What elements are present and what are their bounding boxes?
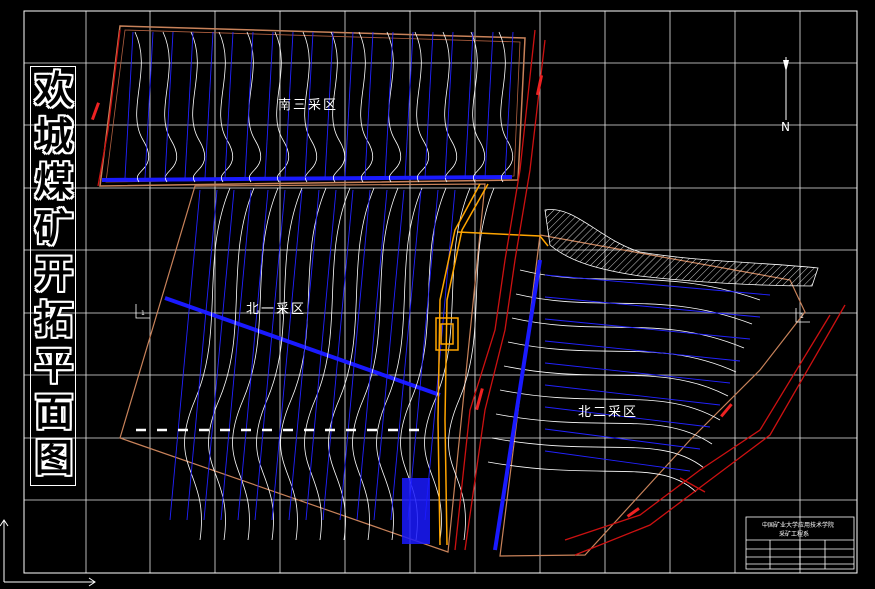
- title-char: 拓: [34, 297, 73, 342]
- title-char: 开: [34, 251, 73, 296]
- title-block-line1: 中国矿业大学应用技术学院: [762, 521, 834, 529]
- zone-label-north-two: 北二采区: [578, 405, 638, 420]
- title-char: 面: [34, 389, 73, 434]
- title-char: 矿: [34, 205, 73, 250]
- zone-label-south-three: 南三采区: [278, 97, 338, 113]
- shaft-pillar-area: [402, 478, 430, 544]
- drawing-title: 欢 城 煤 矿 开 拓 平 面 图: [30, 66, 76, 486]
- title-char: 城: [34, 113, 73, 158]
- title-char: 欢: [34, 67, 73, 112]
- mine-plan-drawing: 南三采区 北一采区 北二采区 N 1 1 中国矿业大学应用技术学院 采矿工程系: [0, 0, 875, 589]
- title-char: 煤: [34, 159, 73, 204]
- section-mark-left-label: 1: [141, 310, 145, 317]
- title-char: 平: [34, 343, 73, 388]
- title-block-line2: 采矿工程系: [779, 530, 809, 538]
- title-char: 图: [34, 435, 73, 480]
- section-mark-right-label: 1: [800, 313, 804, 320]
- north-arrow-label: N: [781, 120, 790, 134]
- zone-label-north-one: 北一采区: [246, 302, 306, 317]
